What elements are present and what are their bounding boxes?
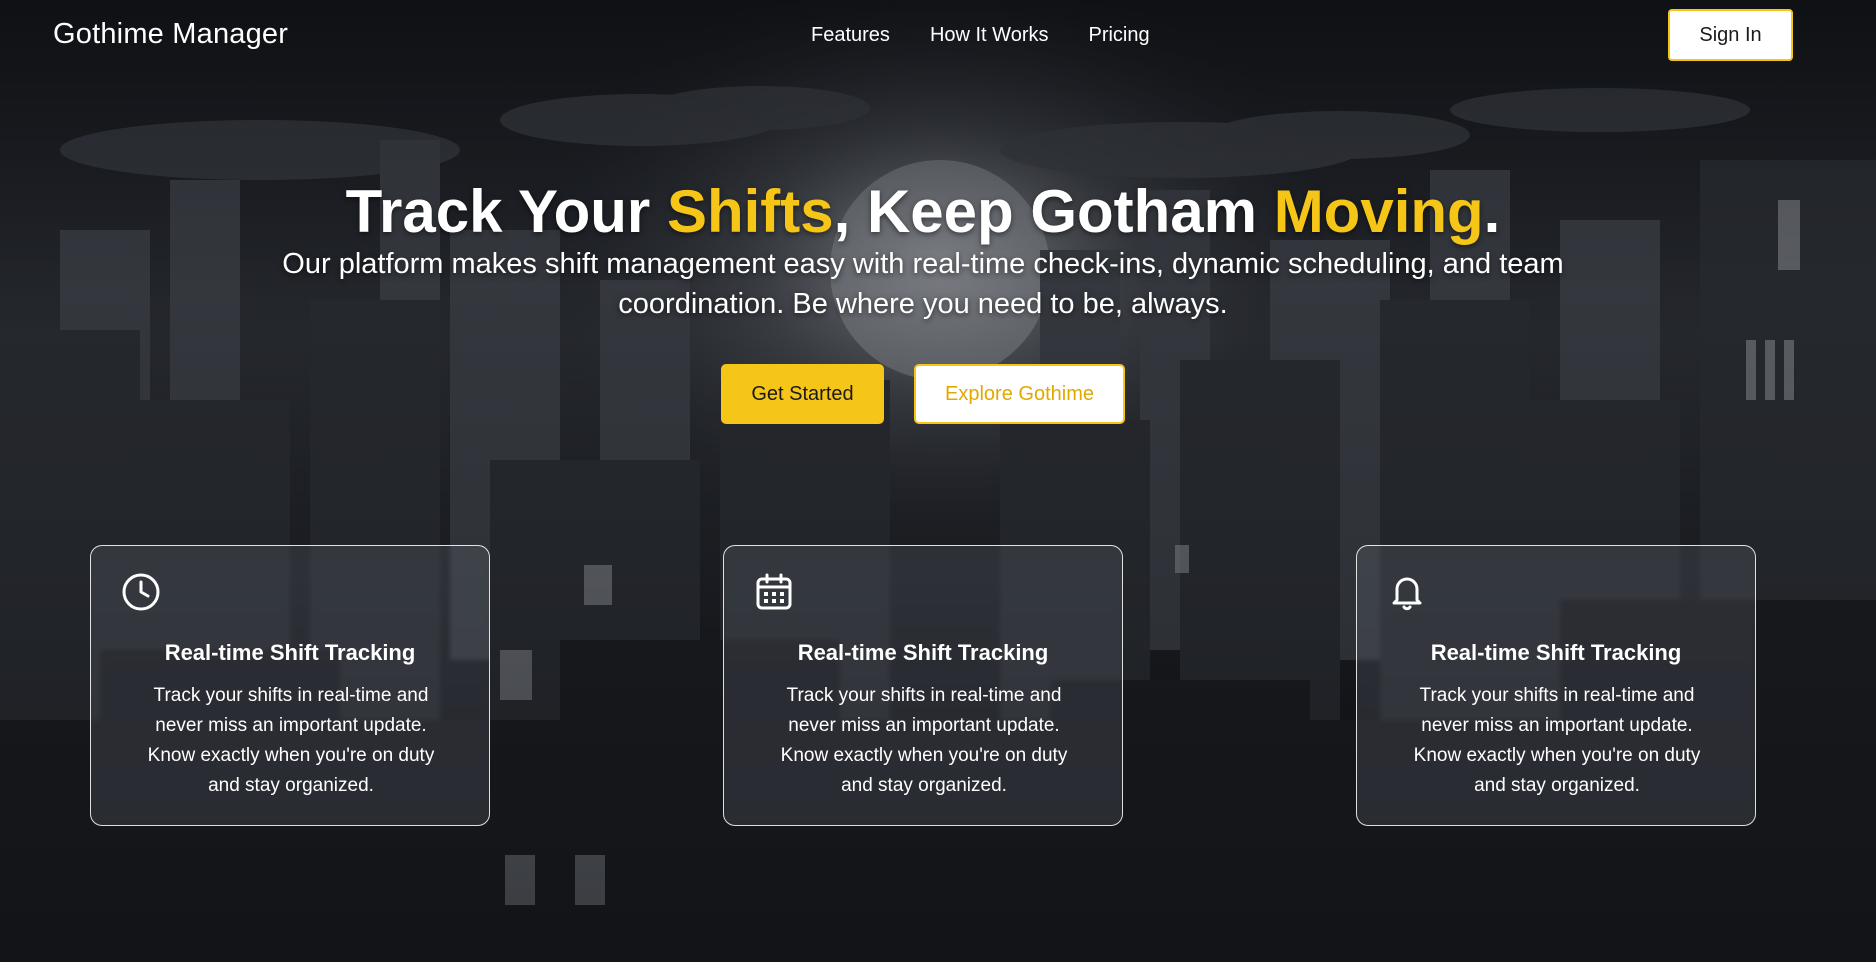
nav-link-how-it-works[interactable]: How It Works [930, 24, 1049, 47]
feature-card-title: Real-time Shift Tracking [164, 640, 416, 665]
feature-card-description: Track your shifts in real-time and never… [1413, 685, 1701, 796]
feature-card-description: Track your shifts in real-time and never… [147, 685, 435, 796]
brand-logo[interactable]: Gothime Manager [53, 18, 288, 51]
top-navigation: Gothime Manager Features How It Works Pr… [0, 0, 1876, 72]
sign-in-button[interactable]: Sign In [1668, 9, 1793, 61]
get-started-button[interactable]: Get Started [721, 364, 884, 424]
feature-card-title: Real-time Shift Tracking [797, 640, 1049, 665]
hero-title-accent-shifts: Shifts [666, 178, 834, 245]
nav-links: Features How It Works Pricing [811, 24, 1150, 47]
explore-gothime-button[interactable]: Explore Gothime [914, 364, 1125, 424]
feature-card-notifications: Real-time Shift Tracking Track your shif… [1356, 545, 1756, 826]
bell-icon [1392, 577, 1422, 611]
hero-title-accent-moving: Moving [1273, 178, 1484, 245]
hero-title-part-1: Track Your [345, 178, 667, 245]
feature-card-description: Track your shifts in real-time and never… [780, 685, 1068, 796]
hero-title-part-3: . [1483, 178, 1501, 245]
clock-icon [122, 573, 160, 611]
hero-title: Track Your Shifts, Keep Gotham Moving. [0, 177, 1846, 246]
hero-title-part-2: , Keep Gotham [833, 178, 1274, 245]
feature-card-title: Real-time Shift Tracking [1430, 640, 1682, 665]
nav-link-pricing[interactable]: Pricing [1088, 24, 1149, 47]
feature-card-shift-tracking: Real-time Shift Tracking Track your shif… [90, 545, 490, 826]
feature-card-scheduling: Real-time Shift Tracking Track your shif… [723, 545, 1123, 826]
calendar-icon [756, 573, 792, 610]
nav-link-features[interactable]: Features [811, 24, 890, 47]
hero-subtitle: Our platform makes shift management easy… [282, 248, 1564, 320]
landing-page: Gothime Manager Features How It Works Pr… [0, 0, 1876, 962]
